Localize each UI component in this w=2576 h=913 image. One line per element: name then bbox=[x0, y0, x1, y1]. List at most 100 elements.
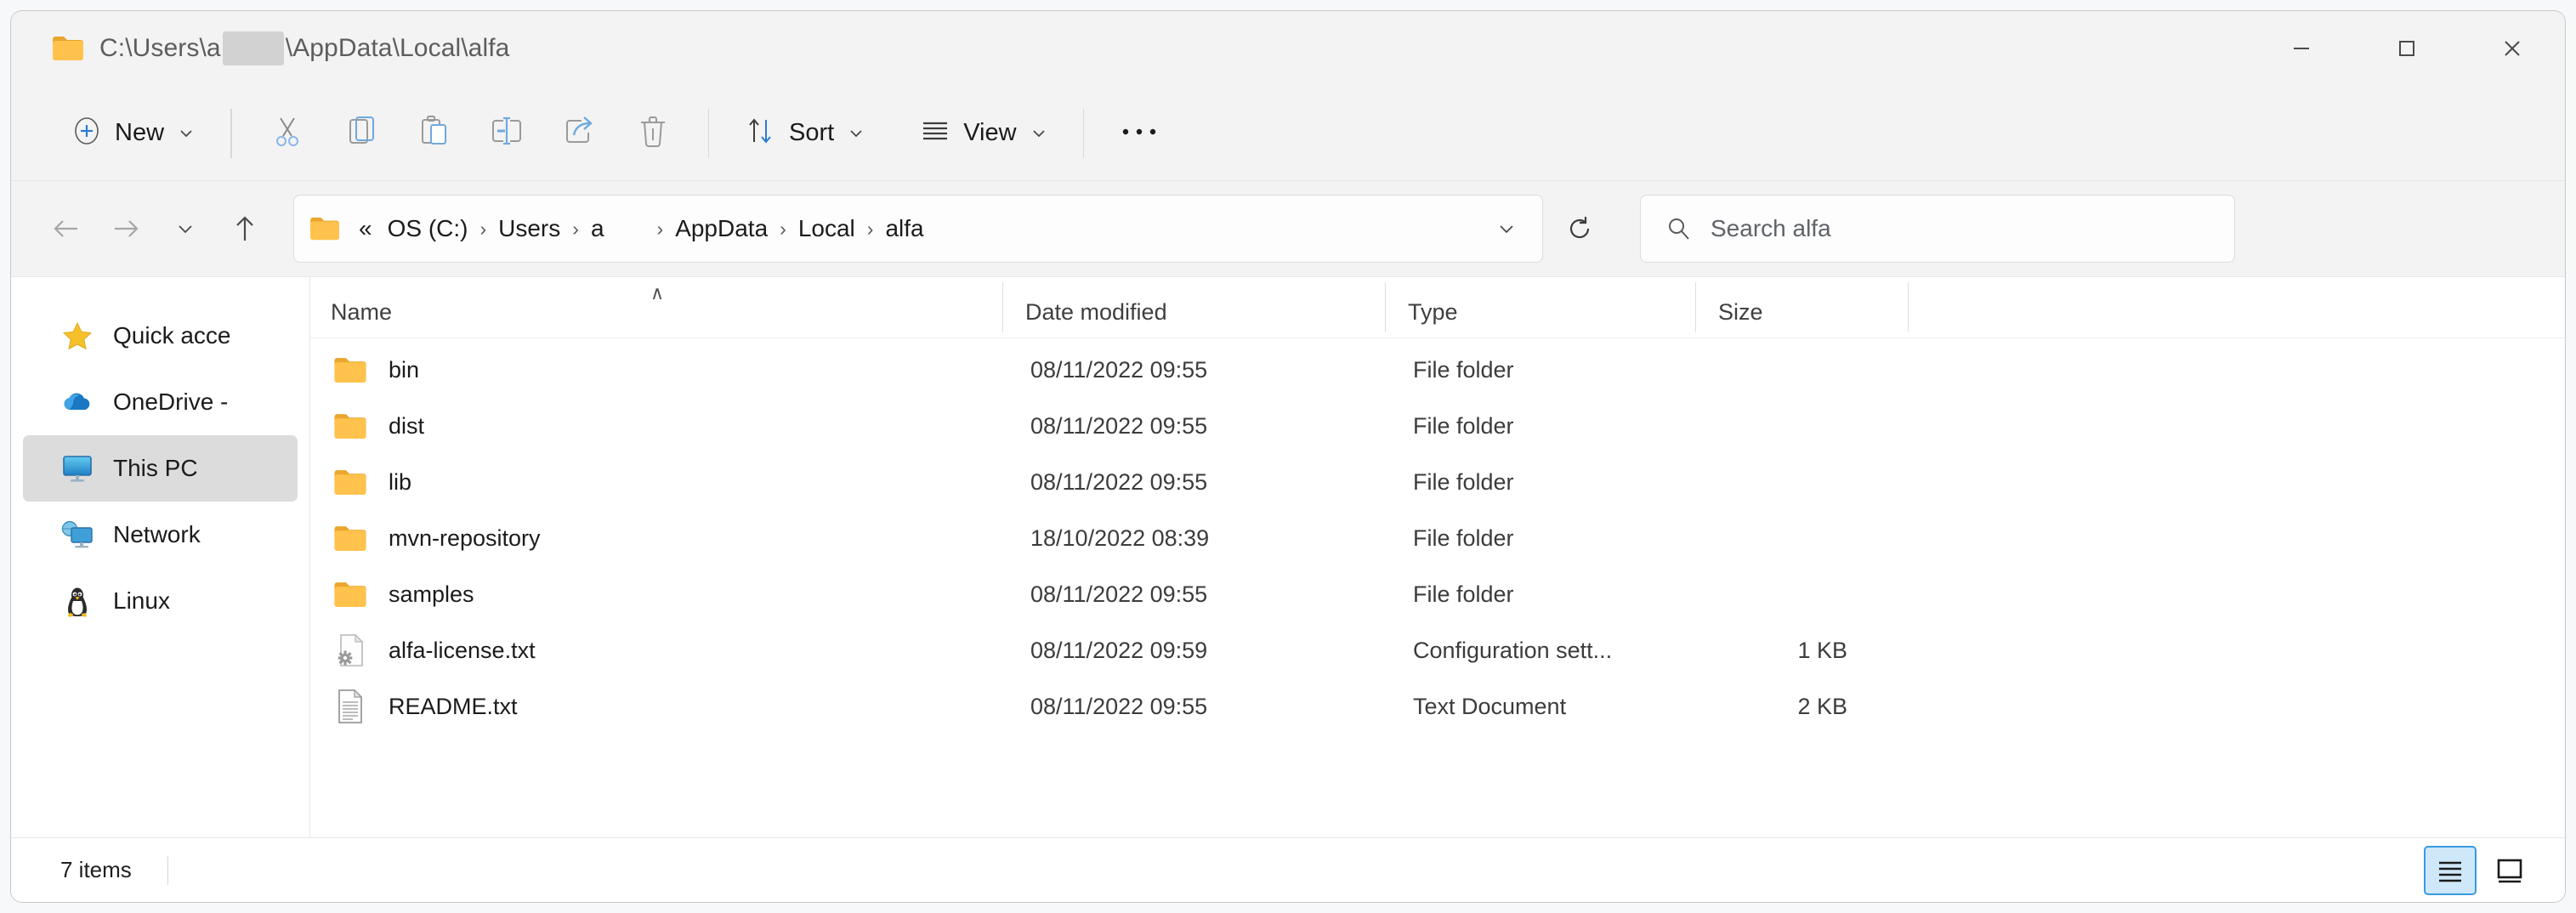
sort-ascending-icon: ∧ bbox=[650, 282, 665, 303]
cell-date-modified: 08/11/2022 09:55 bbox=[1030, 356, 1208, 383]
config-file-icon bbox=[331, 632, 370, 668]
table-row[interactable]: README.txt 08/11/2022 09:55 Text Document 2… bbox=[315, 678, 2560, 734]
more-options-button[interactable] bbox=[1103, 101, 1176, 166]
breadcrumb-separator: › bbox=[572, 217, 579, 240]
folder-icon bbox=[331, 412, 370, 440]
breadcrumb-item-username[interactable]: a bbox=[582, 208, 654, 249]
rename-button[interactable] bbox=[470, 101, 543, 166]
sidebar-item-quick-access[interactable]: Quick acce bbox=[23, 303, 298, 369]
sort-button-label: Sort bbox=[789, 119, 835, 146]
copy-button[interactable] bbox=[324, 101, 397, 166]
sidebar-item-label: Network bbox=[113, 521, 201, 547]
new-button[interactable]: New bbox=[55, 101, 212, 166]
minimize-button[interactable] bbox=[2249, 11, 2354, 86]
breadcrumb-item-users[interactable]: Users bbox=[490, 208, 569, 249]
penguin-icon bbox=[59, 584, 96, 618]
cell-name: alfa-license.txt bbox=[315, 632, 1008, 668]
cell-date-modified: 08/11/2022 09:59 bbox=[1030, 637, 1208, 663]
column-divider[interactable] bbox=[1907, 282, 1909, 332]
back-button[interactable] bbox=[37, 199, 96, 258]
sidebar-item-linux[interactable]: Linux bbox=[23, 568, 298, 634]
explorer-window: C:\Users\a \AppData\Local\alfa New Sort … bbox=[10, 10, 2566, 903]
column-header-row: Name ∧ Date modified Type Size bbox=[310, 277, 2565, 338]
file-list: bin 08/11/2022 09:55 File folder dist 08/11/… bbox=[310, 338, 2565, 837]
breadcrumb[interactable]: « OS (C:) › Users › a › AppData › Local … bbox=[293, 195, 1543, 263]
recent-locations-button[interactable] bbox=[156, 199, 215, 258]
chevron-down-icon[interactable] bbox=[1483, 205, 1530, 252]
breadcrumb-item-appdata[interactable]: AppData bbox=[667, 208, 776, 249]
cell-date-modified: 08/11/2022 09:55 bbox=[1030, 468, 1208, 495]
breadcrumb-separator: › bbox=[656, 217, 664, 240]
cut-icon bbox=[270, 113, 304, 153]
cell-type: Text Document bbox=[1413, 693, 1567, 719]
toolbar-divider-3 bbox=[1082, 108, 1085, 158]
close-button[interactable] bbox=[2460, 11, 2565, 86]
breadcrumb-item-local[interactable]: Local bbox=[790, 208, 864, 249]
navigation-sidebar: Quick acce OneDrive - This PC Network Li… bbox=[11, 277, 310, 837]
toolbar-divider bbox=[230, 108, 232, 158]
cell-name: bin bbox=[315, 356, 1008, 384]
file-name-label: README.txt bbox=[389, 693, 518, 719]
refresh-button[interactable] bbox=[1550, 199, 1609, 258]
title-bar: C:\Users\a \AppData\Local\alfa bbox=[11, 11, 2565, 86]
table-row[interactable]: samples 08/11/2022 09:55 File folder bbox=[315, 566, 2560, 622]
table-row[interactable]: mvn-repository 18/10/2022 08:39 File folde… bbox=[315, 510, 2560, 566]
view-button[interactable]: View bbox=[904, 101, 1064, 166]
sidebar-item-this-pc[interactable]: This PC bbox=[23, 435, 298, 502]
folder-icon bbox=[331, 468, 370, 496]
cut-button[interactable] bbox=[251, 101, 324, 166]
breadcrumb-item-os[interactable]: OS (C:) bbox=[379, 208, 477, 249]
folder-icon bbox=[331, 356, 370, 384]
delete-button[interactable] bbox=[616, 101, 689, 166]
table-row[interactable]: bin 08/11/2022 09:55 File folder bbox=[315, 342, 2560, 398]
folder-icon bbox=[309, 216, 340, 241]
new-button-label: New bbox=[115, 119, 165, 146]
cell-date-modified: 08/11/2022 09:55 bbox=[1030, 693, 1208, 719]
network-icon bbox=[59, 519, 96, 551]
cell-name: samples bbox=[315, 581, 1008, 609]
breadcrumb-separator: › bbox=[780, 217, 786, 240]
column-header-type[interactable]: Type bbox=[1386, 277, 1696, 337]
sidebar-item-onedrive[interactable]: OneDrive - bbox=[23, 369, 298, 435]
add-icon bbox=[71, 115, 103, 151]
breadcrumb-overflow[interactable]: « bbox=[350, 208, 379, 249]
cell-size: 2 KB bbox=[1797, 693, 1847, 719]
breadcrumb-item-alfa[interactable]: alfa bbox=[877, 208, 932, 249]
view-icon bbox=[919, 116, 951, 150]
search-icon bbox=[1665, 215, 1692, 242]
file-name-label: samples bbox=[389, 581, 474, 607]
table-row[interactable]: alfa-license.txt 08/11/2022 09:59 Configur… bbox=[315, 622, 2560, 678]
command-bar: New Sort View bbox=[11, 86, 2565, 181]
breadcrumb-separator: › bbox=[479, 217, 487, 240]
column-header-size[interactable]: Size bbox=[1696, 277, 1909, 337]
column-header-name[interactable]: Name ∧ bbox=[310, 277, 1003, 337]
details-view-button[interactable] bbox=[2424, 845, 2477, 895]
up-button[interactable] bbox=[215, 199, 275, 258]
status-bar: 7 items bbox=[11, 837, 2565, 902]
cell-date-modified: 08/11/2022 09:55 bbox=[1030, 581, 1208, 607]
paste-button[interactable] bbox=[397, 101, 470, 166]
cell-type: Configuration sett... bbox=[1413, 637, 1613, 663]
table-row[interactable]: lib 08/11/2022 09:55 File folder bbox=[315, 454, 2560, 510]
file-name-label: lib bbox=[389, 468, 412, 495]
maximize-button[interactable] bbox=[2354, 11, 2460, 86]
chevron-down-icon bbox=[176, 123, 196, 144]
column-header-date-modified[interactable]: Date modified bbox=[1003, 277, 1386, 337]
folder-icon bbox=[331, 581, 370, 609]
large-icons-view-button[interactable] bbox=[2483, 846, 2536, 895]
rename-icon bbox=[489, 114, 525, 152]
search-input[interactable] bbox=[1711, 215, 2187, 242]
sidebar-item-network[interactable]: Network bbox=[23, 502, 298, 568]
sort-button[interactable]: Sort bbox=[728, 101, 882, 166]
cell-type: File folder bbox=[1413, 581, 1514, 607]
cell-name: lib bbox=[315, 468, 1008, 496]
folder-icon bbox=[52, 35, 84, 62]
monitor-icon bbox=[59, 452, 96, 485]
folder-icon bbox=[331, 525, 370, 553]
forward-button[interactable] bbox=[96, 199, 156, 258]
sidebar-item-label: Quick acce bbox=[113, 322, 231, 349]
table-row[interactable]: dist 08/11/2022 09:55 File folder bbox=[315, 398, 2560, 454]
cell-name: README.txt bbox=[315, 689, 1008, 724]
search-box[interactable] bbox=[1640, 195, 2235, 263]
share-button[interactable] bbox=[543, 101, 616, 166]
